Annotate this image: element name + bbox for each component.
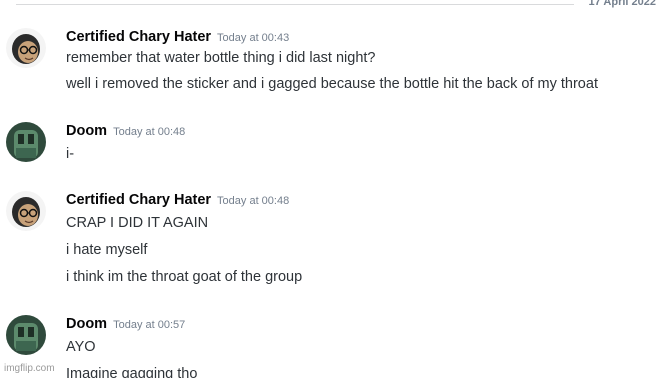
username[interactable]: Doom <box>66 316 107 332</box>
message-text: i- <box>66 146 75 162</box>
user-avatar[interactable] <box>6 315 46 355</box>
message-text: i hate myself <box>66 242 148 258</box>
timestamp: Today at 00:48 <box>113 126 186 138</box>
watermark: imgflip.com <box>4 363 55 374</box>
glasses-face-avatar-icon <box>6 28 46 68</box>
message-text: remember that water bottle thing i did l… <box>66 50 376 66</box>
message-header: Certified Chary Hater Today at 00:48 <box>66 191 289 209</box>
message-header: Certified Chary Hater Today at 00:43 <box>66 28 289 46</box>
user-avatar[interactable] <box>6 28 46 68</box>
message-text: AYO <box>66 339 96 355</box>
message-header: Doom Today at 00:57 <box>66 315 185 333</box>
timestamp: Today at 00:57 <box>113 319 186 331</box>
green-figure-avatar-icon <box>6 122 46 162</box>
glasses-face-avatar-icon <box>6 191 46 231</box>
message-header: Doom Today at 00:48 <box>66 122 185 140</box>
message-text: CRAP I DID IT AGAIN <box>66 215 209 231</box>
divider-line <box>16 4 574 5</box>
user-avatar[interactable] <box>6 191 46 231</box>
chat-window: 17 April 2022 Certified Chary Hater Today… <box>0 0 660 378</box>
username[interactable]: Certified Chary Hater <box>66 192 211 208</box>
message-text: well i removed the sticker and i gagged … <box>66 76 598 92</box>
user-avatar[interactable] <box>6 122 46 162</box>
message-text: Imagine gagging tho <box>66 366 198 378</box>
divider-date: 17 April 2022 <box>584 0 656 8</box>
username[interactable]: Certified Chary Hater <box>66 29 211 45</box>
green-figure-avatar-icon <box>6 315 46 355</box>
timestamp: Today at 00:48 <box>217 195 290 207</box>
username[interactable]: Doom <box>66 123 107 139</box>
message-text: i think im the throat goat of the group <box>66 269 303 285</box>
timestamp: Today at 00:43 <box>217 32 290 44</box>
date-divider: 17 April 2022 <box>0 0 660 12</box>
